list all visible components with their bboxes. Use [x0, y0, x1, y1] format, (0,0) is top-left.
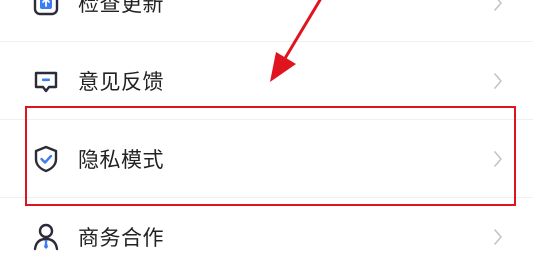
settings-list: 检查更新 意见反馈 隐私模式 商务合作	[0, 0, 533, 264]
chevron-right-icon	[493, 0, 503, 12]
chevron-right-icon	[493, 150, 503, 168]
settings-item-privacy-mode[interactable]: 隐私模式	[0, 120, 533, 198]
settings-item-feedback[interactable]: 意见反馈	[0, 42, 533, 120]
settings-screen: 检查更新 意见反馈 隐私模式 商务合作	[0, 0, 533, 264]
settings-item-label: 商务合作	[78, 226, 164, 250]
settings-item-business[interactable]: 商务合作	[0, 198, 533, 264]
update-icon	[30, 0, 62, 19]
chevron-right-icon	[493, 228, 503, 246]
settings-item-label: 检查更新	[78, 0, 164, 16]
settings-item-label: 意见反馈	[78, 70, 164, 94]
feedback-icon	[30, 65, 62, 97]
settings-item-check-update[interactable]: 检查更新	[0, 0, 533, 42]
business-person-icon	[30, 221, 62, 253]
chevron-right-icon	[493, 72, 503, 90]
settings-item-label: 隐私模式	[78, 148, 164, 172]
privacy-shield-icon	[30, 143, 62, 175]
